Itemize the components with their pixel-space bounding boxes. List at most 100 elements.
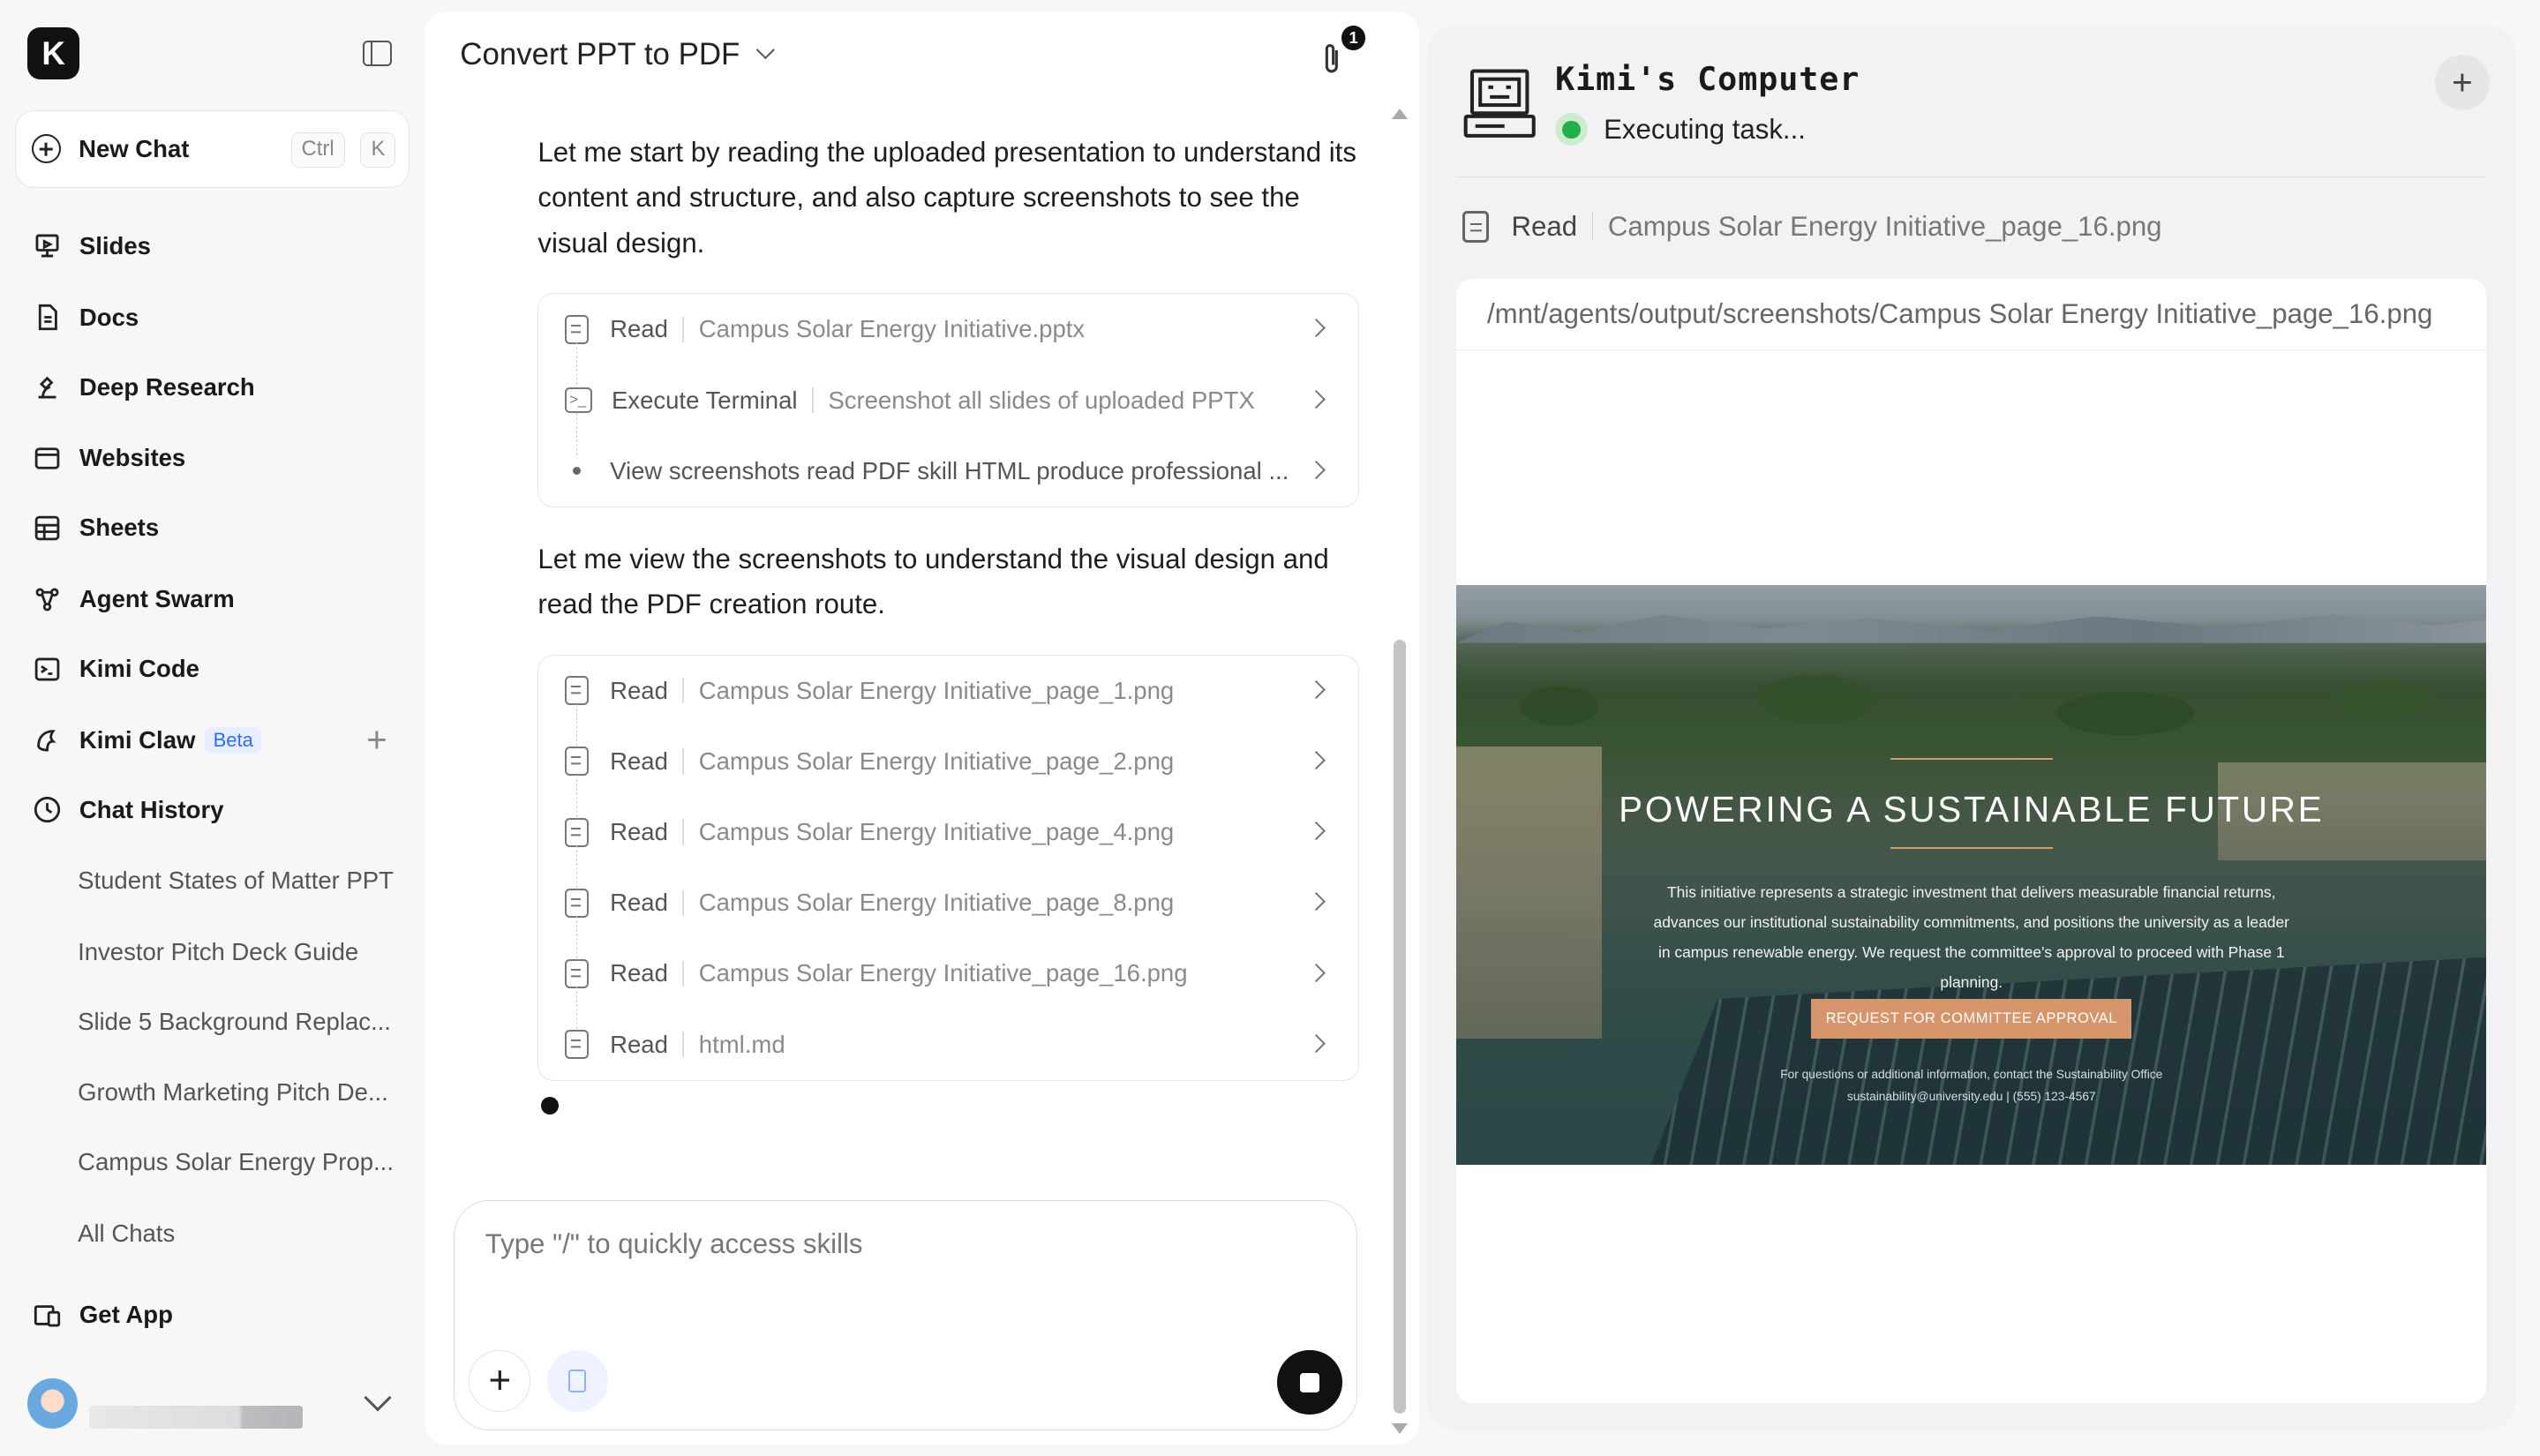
sidebar-item-kimi-code[interactable]: Kimi Code: [15, 640, 410, 698]
stop-button[interactable]: [1277, 1349, 1342, 1415]
tool-argument: html.md: [698, 1030, 785, 1058]
file-icon: [564, 817, 590, 847]
sidebar-item-label: Deep Research: [79, 372, 255, 401]
sheets-icon: [31, 512, 64, 544]
sidebar-item-docs[interactable]: Docs: [15, 289, 410, 347]
tool-argument: Campus Solar Energy Initiative.pptx: [698, 315, 1086, 343]
terminal-icon: [31, 653, 64, 686]
sidebar-toggle-icon[interactable]: [363, 40, 393, 67]
scroll-up-icon[interactable]: [1391, 109, 1408, 119]
tool-action: Read: [610, 889, 668, 917]
tool-call-row[interactable]: >_ Execute Terminal Screenshot all slide…: [538, 364, 1358, 456]
computer-panel: Kimi's Computer Executing task... + Read…: [1427, 26, 2516, 1430]
tool-action: View screenshots read PDF skill HTML pro…: [610, 456, 1289, 484]
slides-icon: [31, 230, 64, 263]
sidebar-item-label: Kimi Code: [79, 655, 199, 683]
tool-call-row[interactable]: Read Campus Solar Energy Initiative_page…: [538, 867, 1358, 958]
input-placeholder: Type "/" to quickly access skills: [485, 1228, 863, 1260]
get-app-button[interactable]: Get App: [15, 1286, 410, 1344]
tool-call-row[interactable]: Read Campus Solar Energy Initiative_page…: [538, 656, 1358, 747]
slide-footer: For questions or additional information,…: [1648, 1064, 2296, 1108]
stop-icon: [1300, 1372, 1320, 1392]
new-chat-label: New Chat: [79, 134, 190, 162]
tool-call-row[interactable]: Read html.md: [538, 1009, 1358, 1080]
new-chat-button[interactable]: New Chat Ctrl K: [14, 109, 410, 188]
chevron-right-icon: [1306, 750, 1326, 769]
sidebar-item-slides[interactable]: Slides: [15, 217, 410, 275]
message-input[interactable]: Type "/" to quickly access skills +: [453, 1200, 1358, 1430]
add-attachment-button[interactable]: +: [469, 1349, 531, 1412]
tool-action: Read: [610, 747, 668, 775]
history-item[interactable]: Campus Solar Energy Prop...: [78, 1148, 394, 1176]
sidebar-item-kimi-claw[interactable]: Kimi Claw Beta +: [15, 711, 410, 769]
sidebar-item-chat-history[interactable]: Chat History: [15, 781, 410, 839]
sidebar-item-agent-swarm[interactable]: Agent Swarm: [15, 570, 410, 628]
tool-call-row[interactable]: Read Campus Solar Energy Initiative_page…: [538, 797, 1358, 888]
sidebar-item-deep-research[interactable]: Deep Research: [15, 358, 410, 417]
kimi-logo[interactable]: K: [27, 27, 79, 79]
document-button[interactable]: [546, 1349, 609, 1412]
slide-footer-contact: sustainability@university.edu | (555) 12…: [1846, 1089, 2096, 1103]
slide-preview-image: POWERING A SUSTAINABLE FUTURE This initi…: [1456, 584, 2487, 1165]
file-path: /mnt/agents/output/screenshots/Campus So…: [1486, 297, 2433, 329]
slide-title: POWERING A SUSTAINABLE FUTURE: [1619, 788, 2325, 829]
sidebar-item-sheets[interactable]: Sheets: [15, 499, 410, 557]
file-icon: [564, 958, 590, 988]
assistant-message: Let me start by reading the uploaded pre…: [537, 136, 1356, 259]
sidebar-item-label: Slides: [79, 231, 151, 259]
tool-action: Execute Terminal: [611, 386, 798, 414]
tool-action: Read: [610, 315, 668, 343]
tool-call-row[interactable]: Read Campus Solar Energy Initiative.pptx: [538, 294, 1358, 385]
tool-call-group: Read Campus Solar Energy Initiative.pptx…: [537, 293, 1359, 507]
sidebar: K New Chat Ctrl K Slides Docs Deep Resea…: [0, 0, 425, 1456]
divider: [1456, 176, 2487, 177]
user-profile[interactable]: [27, 1378, 400, 1430]
tool-call-row[interactable]: Read Campus Solar Energy Initiative_page…: [538, 726, 1358, 817]
attachment-count-badge: 1: [1341, 26, 1366, 50]
sidebar-item-websites[interactable]: Websites: [15, 429, 410, 487]
history-item[interactable]: Student States of Matter PPT: [78, 867, 394, 895]
tool-argument: Campus Solar Energy Initiative_page_8.pn…: [698, 889, 1175, 917]
sidebar-item-label: Agent Swarm: [79, 585, 235, 613]
chat-title: Convert PPT to PDF: [460, 37, 740, 72]
shortcut-k: K: [360, 131, 396, 169]
add-claw-icon[interactable]: +: [366, 719, 387, 761]
tool-argument: Campus Solar Energy Initiative_page_4.pn…: [698, 818, 1175, 846]
websites-icon: [31, 442, 64, 475]
devices-icon: [31, 1299, 64, 1332]
history-item[interactable]: Investor Pitch Deck Guide: [78, 938, 358, 966]
chevron-right-icon: [1306, 822, 1326, 840]
tool-action: Read: [610, 676, 668, 704]
sidebar-item-label: Websites: [79, 444, 186, 472]
chevron-down-icon[interactable]: [364, 1384, 392, 1412]
accent-line: [1890, 757, 2053, 761]
scrollbar-thumb[interactable]: [1393, 640, 1407, 1415]
chevron-right-icon: [1306, 963, 1326, 982]
deep-research-icon: [31, 371, 64, 403]
sidebar-item-label: Docs: [79, 303, 139, 331]
chevron-right-icon: [1306, 460, 1326, 479]
action-label: Read: [1511, 210, 1578, 242]
avatar: [27, 1378, 79, 1429]
history-item[interactable]: Slide 5 Background Replac...: [78, 1008, 391, 1036]
tool-argument: Screenshot all slides of uploaded PPTX: [828, 386, 1255, 414]
tool-call-row[interactable]: View screenshots read PDF skill HTML pro…: [538, 436, 1358, 507]
plus-circle-icon: [31, 134, 61, 164]
chevron-right-icon: [1306, 389, 1326, 409]
file-icon: [564, 747, 590, 777]
history-item[interactable]: Growth Marketing Pitch De...: [78, 1078, 388, 1107]
tool-call-row[interactable]: Read Campus Solar Energy Initiative_page…: [538, 938, 1358, 1030]
attachment-icon[interactable]: [1320, 41, 1343, 84]
file-icon: [1462, 210, 1489, 244]
expand-button[interactable]: +: [2434, 55, 2491, 110]
tool-argument: Campus Solar Energy Initiative_page_2.pn…: [698, 747, 1175, 775]
action-argument: Campus Solar Energy Initiative_page_16.p…: [1607, 210, 2162, 242]
file-viewer: /mnt/agents/output/screenshots/Campus So…: [1456, 278, 2487, 1403]
scroll-down-icon[interactable]: [1391, 1423, 1408, 1434]
chat-title-dropdown[interactable]: Convert PPT to PDF: [460, 37, 776, 72]
dot-icon: [572, 467, 582, 476]
all-chats-link[interactable]: All Chats: [78, 1220, 175, 1248]
slide-approval-button: REQUEST FOR COMMITTEE APPROVAL: [1811, 999, 2132, 1039]
chevron-down-icon: [756, 41, 776, 60]
clock-icon: [31, 793, 64, 826]
